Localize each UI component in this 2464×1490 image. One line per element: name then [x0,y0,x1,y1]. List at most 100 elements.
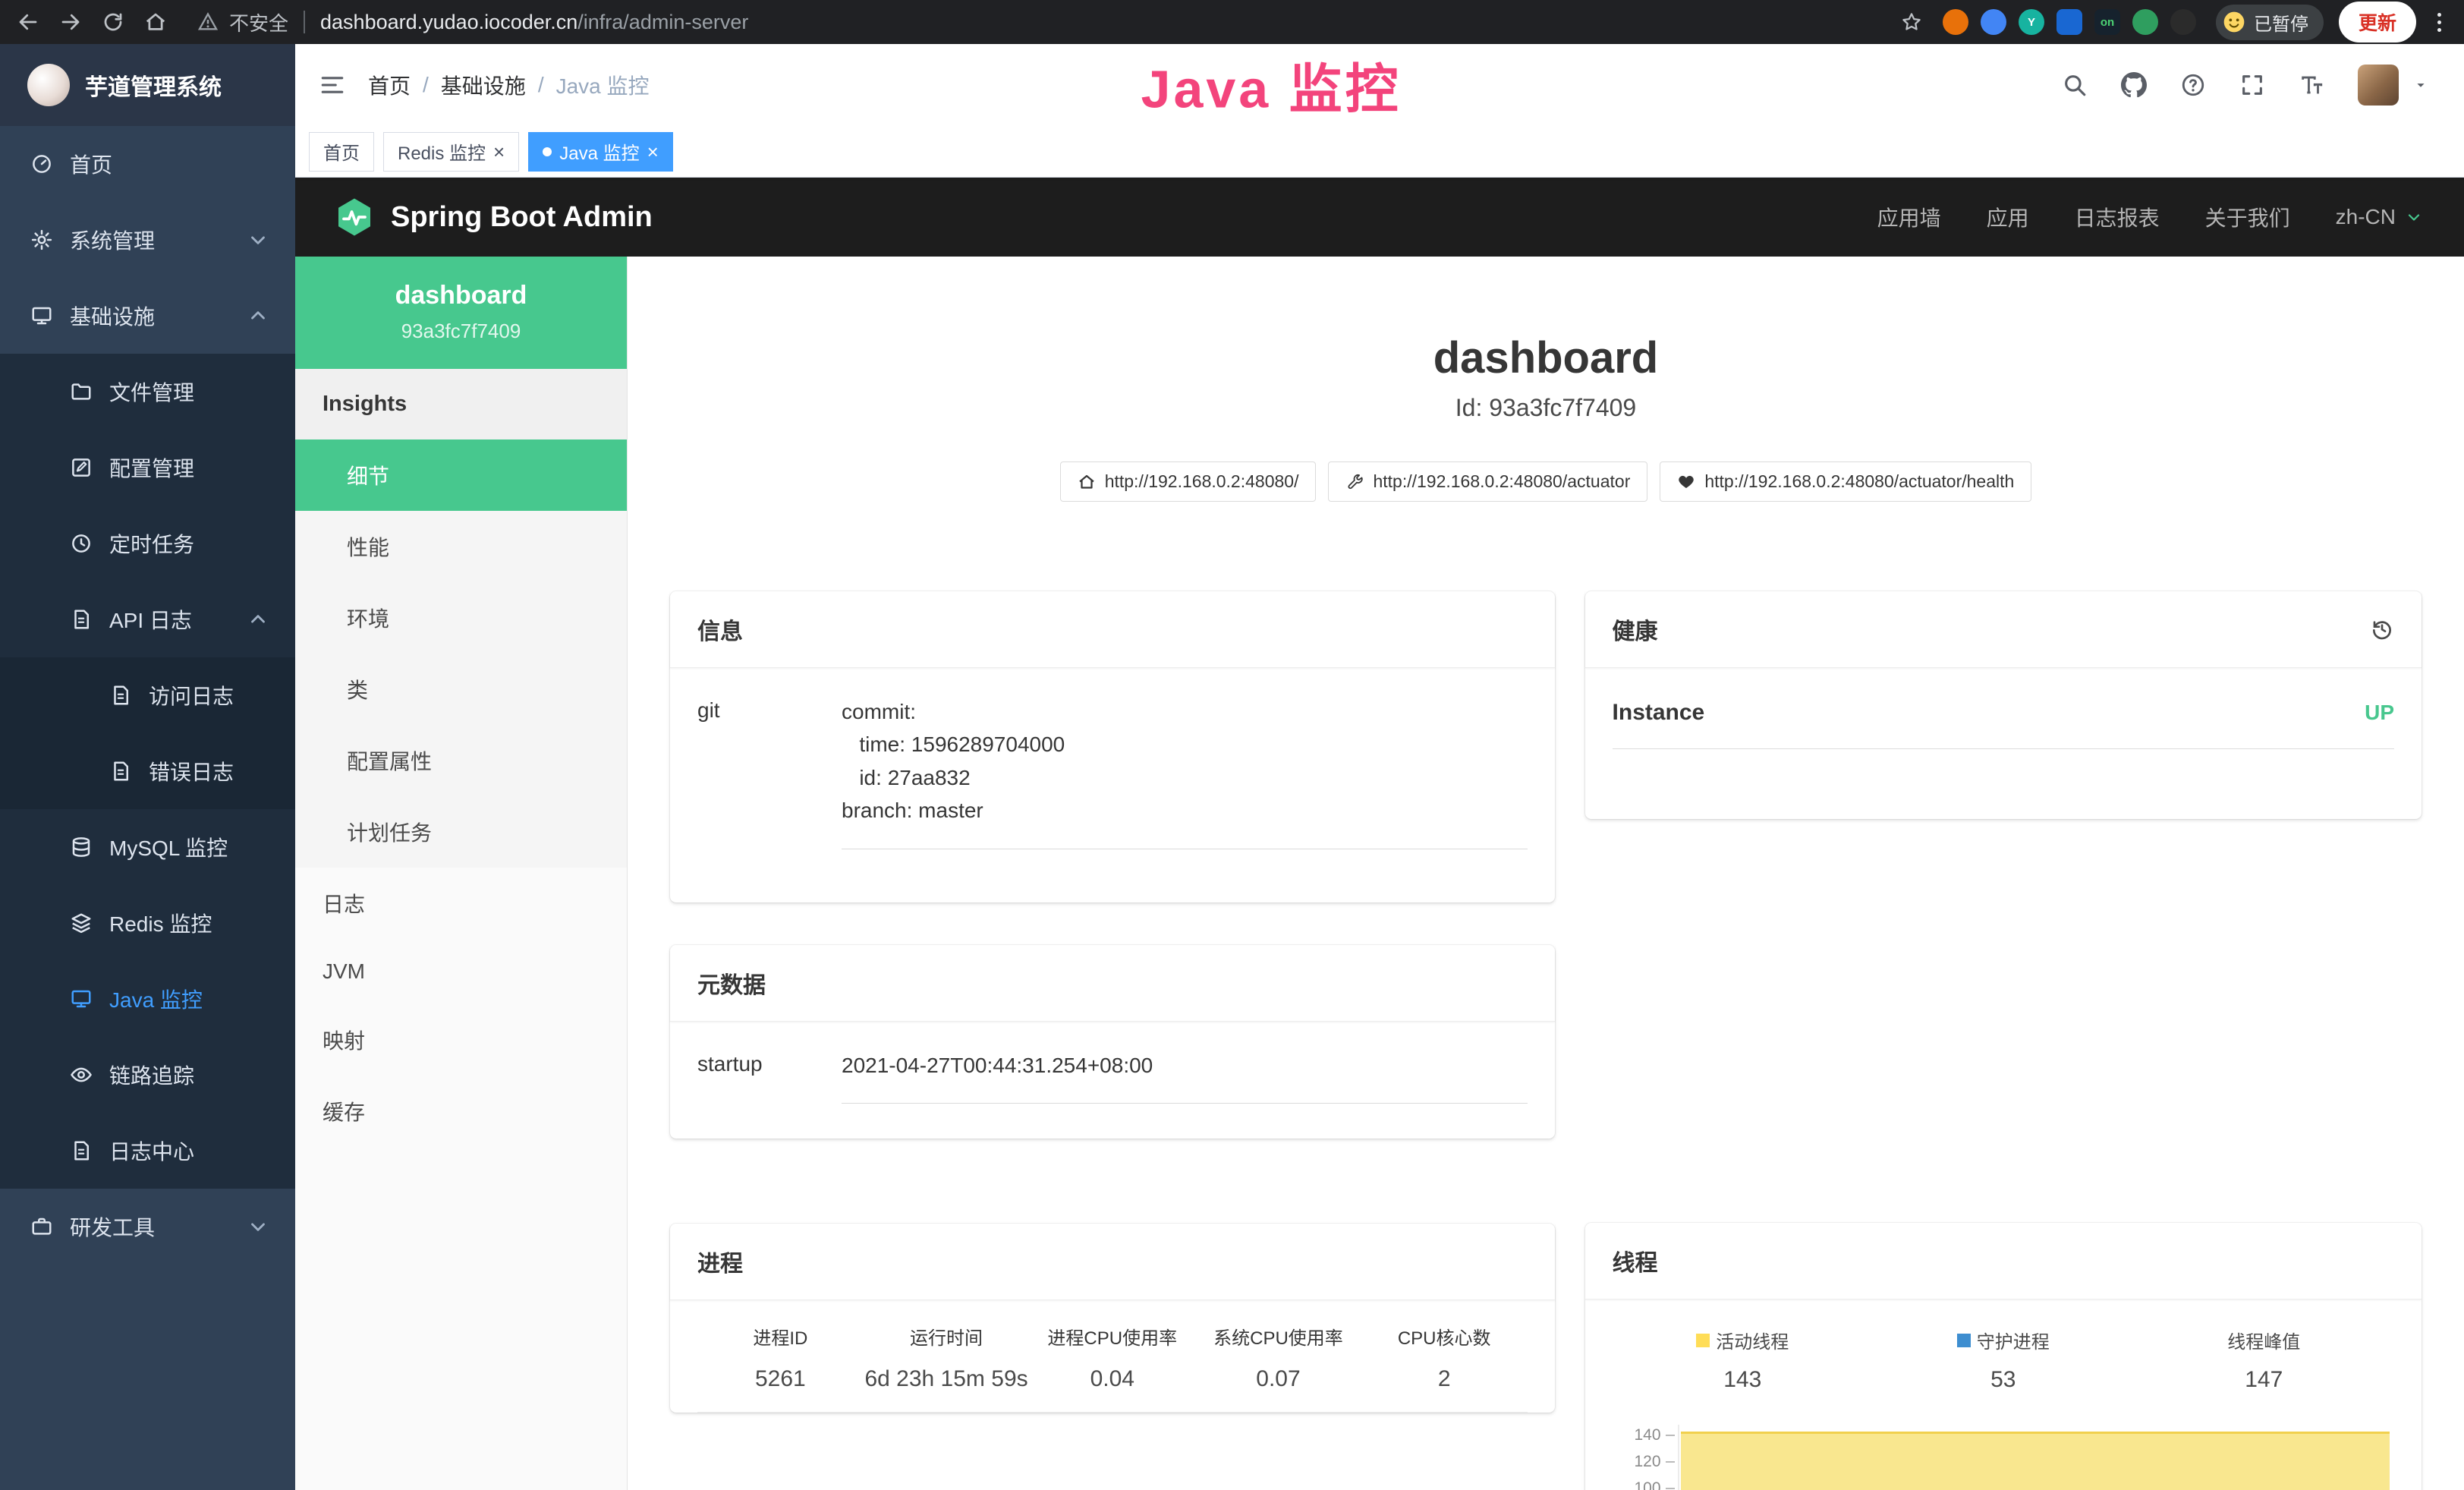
update-button[interactable]: 更新 [2339,2,2416,43]
search-icon[interactable] [2062,72,2088,98]
table-header-cell: 进程CPU使用率 [1029,1323,1195,1350]
sba-menu-scheduled-tasks[interactable]: 计划任务 [295,796,627,868]
paused-badge[interactable]: 已暂停 [2216,5,2324,40]
sba-menu-classes[interactable]: 类 [295,654,627,725]
instance-title: dashboard [670,332,2422,383]
tab-label: 首页 [323,138,360,165]
table-header-cell: CPU核心数 [1361,1323,1528,1350]
bookmark-star-icon[interactable] [1900,11,1923,33]
forward-icon[interactable] [59,11,82,33]
info-line: branch: master [842,794,1528,827]
table-header-cell: 系统CPU使用率 [1195,1323,1361,1350]
extension-measure-icon[interactable] [1981,9,2006,35]
process-table: 进程ID运行时间进程CPU使用率系统CPU使用率CPU核心数52616d 23h… [697,1323,1528,1413]
health-instance-row[interactable]: Instance UP [1613,700,2394,749]
help-icon[interactable] [2180,72,2206,98]
history-icon[interactable] [2370,617,2394,641]
sba-menu-logs[interactable]: 日志 [295,868,627,939]
back-icon[interactable] [17,11,39,33]
fullscreen-icon[interactable] [2239,72,2265,98]
instance-link-label: http://192.168.0.2:48080/actuator [1373,471,1630,492]
sidebar-item-dev-tools[interactable]: 研发工具 [0,1189,295,1265]
refresh-icon[interactable] [102,11,124,33]
sidebar-item-access-log[interactable]: 访问日志 [0,657,295,733]
sidebar-item-label: 配置管理 [109,452,194,483]
breadcrumb-item[interactable]: 首页 [368,70,411,100]
threads-legend: 活动线程143守护进程53线程峰值147 [1613,1327,2394,1393]
instance-id-subtitle: Id: 93a3fc7f7409 [670,394,2422,422]
tab-java-monitor[interactable]: Java 监控× [528,132,673,172]
sidebar-item-config-manage[interactable]: 配置管理 [0,430,295,506]
browser-menu-icon[interactable] [2431,10,2447,35]
sba-menu-caches[interactable]: 缓存 [295,1076,627,1147]
sba-nav-journal[interactable]: 日志报表 [2075,202,2160,232]
sidebar-item-api-log[interactable]: API 日志 [0,581,295,657]
sidebar-item-mysql-monitor[interactable]: MySQL 监控 [0,809,295,885]
info-key: git [697,695,842,849]
extension-paw-icon[interactable] [2170,9,2196,35]
sidebar-item-home[interactable]: 首页 [0,126,295,202]
tab-close-icon[interactable]: × [647,142,659,162]
locale-selector[interactable]: zh-CN [2336,205,2423,229]
info-line: commit: [842,695,1528,728]
sba-menu-config-props[interactable]: 配置属性 [295,725,627,796]
sidebar-item-file-manage[interactable]: 文件管理 [0,354,295,430]
chevron-up-icon [247,608,269,631]
sidebar-item-system-manage[interactable]: 系统管理 [0,202,295,278]
instance-link-health[interactable]: http://192.168.0.2:48080/actuator/health [1660,461,2031,502]
sba-nav-wallboard[interactable]: 应用墙 [1877,202,1941,232]
process-values-row: 52616d 23h 15m 59s0.040.072 [697,1350,1528,1413]
instance-link-label: http://192.168.0.2:48080/ [1105,471,1299,492]
sba-navbar: Spring Boot Admin 应用墙 应用 日志报表 关于我们 zh-CN [295,178,2464,257]
clock-icon [70,532,93,555]
instance-link-root[interactable]: http://192.168.0.2:48080/ [1060,461,1317,502]
app-logo[interactable]: 芋道管理系统 [0,44,295,126]
sidebar-item-scheduled-job[interactable]: 定时任务 [0,506,295,581]
sidebar-item-log-center[interactable]: 日志中心 [0,1113,295,1189]
instance-name: dashboard [307,281,615,310]
breadcrumb-item[interactable]: 基础设施 [441,70,526,100]
avatar-caret-icon[interactable] [2412,77,2429,93]
doc-icon [109,684,132,707]
sba-brand[interactable]: Spring Boot Admin [391,201,653,234]
tab-redis-monitor[interactable]: Redis 监控× [383,132,519,172]
legend-label: 线程峰值 [2134,1327,2394,1353]
sidebar-item-label: MySQL 监控 [109,832,228,862]
github-icon[interactable] [2121,72,2147,98]
sidebar-item-infrastructure[interactable]: 基础设施 [0,278,295,354]
sba-menu-environment[interactable]: 环境 [295,582,627,654]
sidebar-item-java-monitor[interactable]: Java 监控 [0,961,295,1037]
extension-youdao-icon[interactable]: Y [2019,9,2044,35]
health-instance-label: Instance [1613,700,1705,726]
user-avatar[interactable] [2358,65,2399,106]
sba-menu-jvm[interactable]: JVM [295,939,627,1004]
chart-area-live-threads [1681,1432,2390,1490]
legend-swatch [1957,1334,1971,1347]
gear-icon [30,228,53,251]
browser-home-icon[interactable] [144,11,167,33]
sidebar-item-trace[interactable]: 链路追踪 [0,1037,295,1113]
metadata-card: 元数据 startup 2021-04-27T00:44:31.254+08:0… [670,945,1555,1139]
extension-lion-icon[interactable] [1943,9,1968,35]
sba-nav-about[interactable]: 关于我们 [2205,202,2290,232]
app-sidebar: 芋道管理系统 首页系统管理基础设施文件管理配置管理定时任务 API 日志访问日志错… [0,44,295,1490]
sba-nav-applications[interactable]: 应用 [1987,202,2029,232]
tab-close-icon[interactable]: × [493,142,505,162]
sba-menu-details[interactable]: 细节 [295,439,627,511]
sidebar-item-redis-monitor[interactable]: Redis 监控 [0,885,295,961]
sba-menu-mappings[interactable]: 映射 [295,1004,627,1076]
collapse-sidebar-icon[interactable] [319,72,345,98]
extension-grid-icon[interactable] [2056,9,2082,35]
tab-home[interactable]: 首页 [309,132,374,172]
address-bar[interactable]: 不安全 dashboard.yudao.iocoder.cn/infra/adm… [197,8,748,36]
sba-menu-metrics[interactable]: 性能 [295,511,627,582]
font-size-icon[interactable] [2299,72,2324,98]
sidebar-item-error-log[interactable]: 错误日志 [0,733,295,809]
extension-onetab-icon[interactable]: on [2094,9,2120,35]
instance-header[interactable]: dashboard 93a3fc7f7409 [295,257,627,369]
legend-swatch [1696,1334,1710,1347]
extension-leaf-icon[interactable] [2132,9,2158,35]
instance-link-actuator[interactable]: http://192.168.0.2:48080/actuator [1328,461,1647,502]
sidebar-item-label: API 日志 [109,604,192,635]
layers-icon [70,912,93,934]
